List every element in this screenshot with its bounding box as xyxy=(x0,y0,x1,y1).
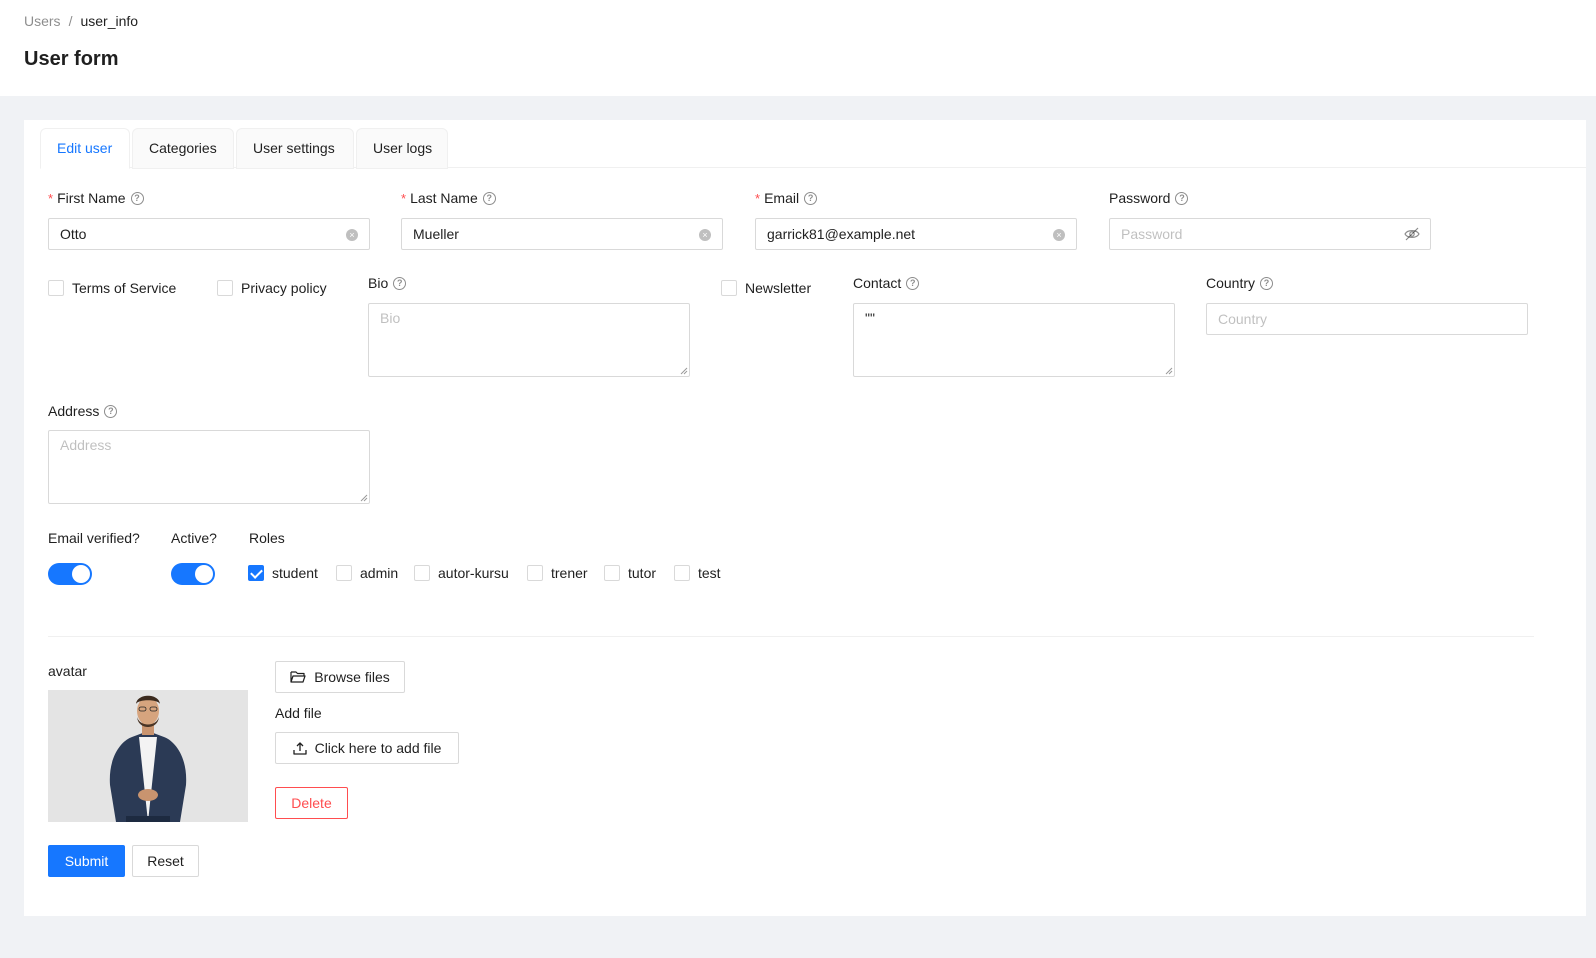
clear-icon[interactable]: × xyxy=(346,229,358,241)
last-name-value: Mueller xyxy=(413,226,459,242)
avatar-image xyxy=(48,690,248,822)
email-verified-label: Email verified? xyxy=(48,530,140,546)
help-circle-icon[interactable]: ? xyxy=(130,191,144,205)
tab-categories[interactable]: Categories xyxy=(132,128,234,169)
checkbox-box[interactable] xyxy=(721,280,737,296)
checkbox-box[interactable] xyxy=(48,280,64,296)
bio-textarea[interactable]: Bio xyxy=(368,303,690,377)
avatar-label: avatar xyxy=(48,663,87,679)
contact-label: Contact? xyxy=(853,275,920,291)
active-label: Active? xyxy=(171,530,217,546)
first-name-value: Otto xyxy=(60,226,87,242)
email-label: * Email? xyxy=(755,190,818,206)
contact-textarea[interactable]: "" xyxy=(853,303,1175,377)
bio-label: Bio? xyxy=(368,275,407,291)
password-input[interactable]: Password xyxy=(1109,218,1431,250)
required-mark: * xyxy=(755,190,761,206)
resize-handle-icon[interactable] xyxy=(680,367,688,375)
country-label: Country? xyxy=(1206,275,1274,291)
switch-knob xyxy=(72,565,90,583)
switch-knob xyxy=(195,565,213,583)
help-circle-icon[interactable]: ? xyxy=(1260,276,1274,290)
clear-icon[interactable]: × xyxy=(1053,229,1065,241)
newsletter-checkbox[interactable]: Newsletter xyxy=(721,280,811,296)
password-label: Password? xyxy=(1109,190,1189,206)
active-switch[interactable] xyxy=(171,563,215,585)
submit-button[interactable]: Submit xyxy=(48,845,125,877)
tab-edit-user[interactable]: Edit user xyxy=(40,128,130,169)
add-file-label: Add file xyxy=(275,705,322,721)
eye-invisible-icon[interactable] xyxy=(1404,227,1420,241)
role-autor-kursu-checkbox[interactable]: autor-kursu xyxy=(414,565,509,581)
delete-avatar-button[interactable]: Delete xyxy=(275,787,348,819)
checkbox-box[interactable] xyxy=(674,565,690,581)
clear-icon[interactable]: × xyxy=(699,229,711,241)
last-name-label: * Last Name? xyxy=(401,190,496,206)
checkbox-box[interactable] xyxy=(527,565,543,581)
page-header: Users / user_info User form xyxy=(0,0,1596,96)
role-student-checkbox[interactable]: student xyxy=(248,565,318,581)
section-divider xyxy=(48,636,1534,637)
tab-user-settings[interactable]: User settings xyxy=(236,128,354,169)
tab-user-logs[interactable]: User logs xyxy=(356,128,448,169)
country-input[interactable]: Country xyxy=(1206,303,1528,335)
email-input[interactable]: garrick81@example.net × xyxy=(755,218,1077,250)
help-circle-icon[interactable]: ? xyxy=(906,276,920,290)
browse-files-button[interactable]: Browse files xyxy=(275,661,405,693)
first-name-label: * First Name? xyxy=(48,190,144,206)
checkbox-box[interactable] xyxy=(414,565,430,581)
help-circle-icon[interactable]: ? xyxy=(104,404,118,418)
privacy-checkbox[interactable]: Privacy policy xyxy=(217,280,327,296)
address-textarea[interactable]: Address xyxy=(48,430,370,504)
tab-bar: Edit user Categories User settings User … xyxy=(40,128,1586,169)
form-card: Edit user Categories User settings User … xyxy=(24,120,1586,916)
resize-handle-icon[interactable] xyxy=(360,494,368,502)
terms-checkbox[interactable]: Terms of Service xyxy=(48,280,176,296)
role-tutor-checkbox[interactable]: tutor xyxy=(604,565,656,581)
avatar-photo xyxy=(48,690,248,822)
role-admin-checkbox[interactable]: admin xyxy=(336,565,398,581)
breadcrumb-separator: / xyxy=(68,13,73,29)
checkbox-box[interactable] xyxy=(217,280,233,296)
breadcrumb-users-link[interactable]: Users xyxy=(24,13,61,29)
checkbox-box[interactable] xyxy=(604,565,620,581)
last-name-input[interactable]: Mueller × xyxy=(401,218,723,250)
help-circle-icon[interactable]: ? xyxy=(393,276,407,290)
breadcrumb: Users / user_info xyxy=(24,13,138,29)
address-label: Address? xyxy=(48,403,118,419)
reset-button[interactable]: Reset xyxy=(132,845,199,877)
email-value: garrick81@example.net xyxy=(767,226,916,242)
page-title: User form xyxy=(24,48,119,70)
password-placeholder: Password xyxy=(1121,226,1183,242)
checkbox-box[interactable] xyxy=(336,565,352,581)
roles-label: Roles xyxy=(249,530,285,546)
click-add-file-button[interactable]: Click here to add file xyxy=(275,732,459,764)
required-mark: * xyxy=(401,190,407,206)
resize-handle-icon[interactable] xyxy=(1165,367,1173,375)
help-circle-icon[interactable]: ? xyxy=(1175,191,1189,205)
role-trener-checkbox[interactable]: trener xyxy=(527,565,588,581)
role-test-checkbox[interactable]: test xyxy=(674,565,721,581)
folder-open-icon xyxy=(290,671,306,683)
breadcrumb-current: user_info xyxy=(80,13,139,29)
email-verified-switch[interactable] xyxy=(48,563,92,585)
check-icon[interactable] xyxy=(248,565,264,581)
upload-icon xyxy=(292,742,307,755)
required-mark: * xyxy=(48,190,54,206)
help-circle-icon[interactable]: ? xyxy=(804,191,818,205)
help-circle-icon[interactable]: ? xyxy=(482,191,496,205)
first-name-input[interactable]: Otto × xyxy=(48,218,370,250)
